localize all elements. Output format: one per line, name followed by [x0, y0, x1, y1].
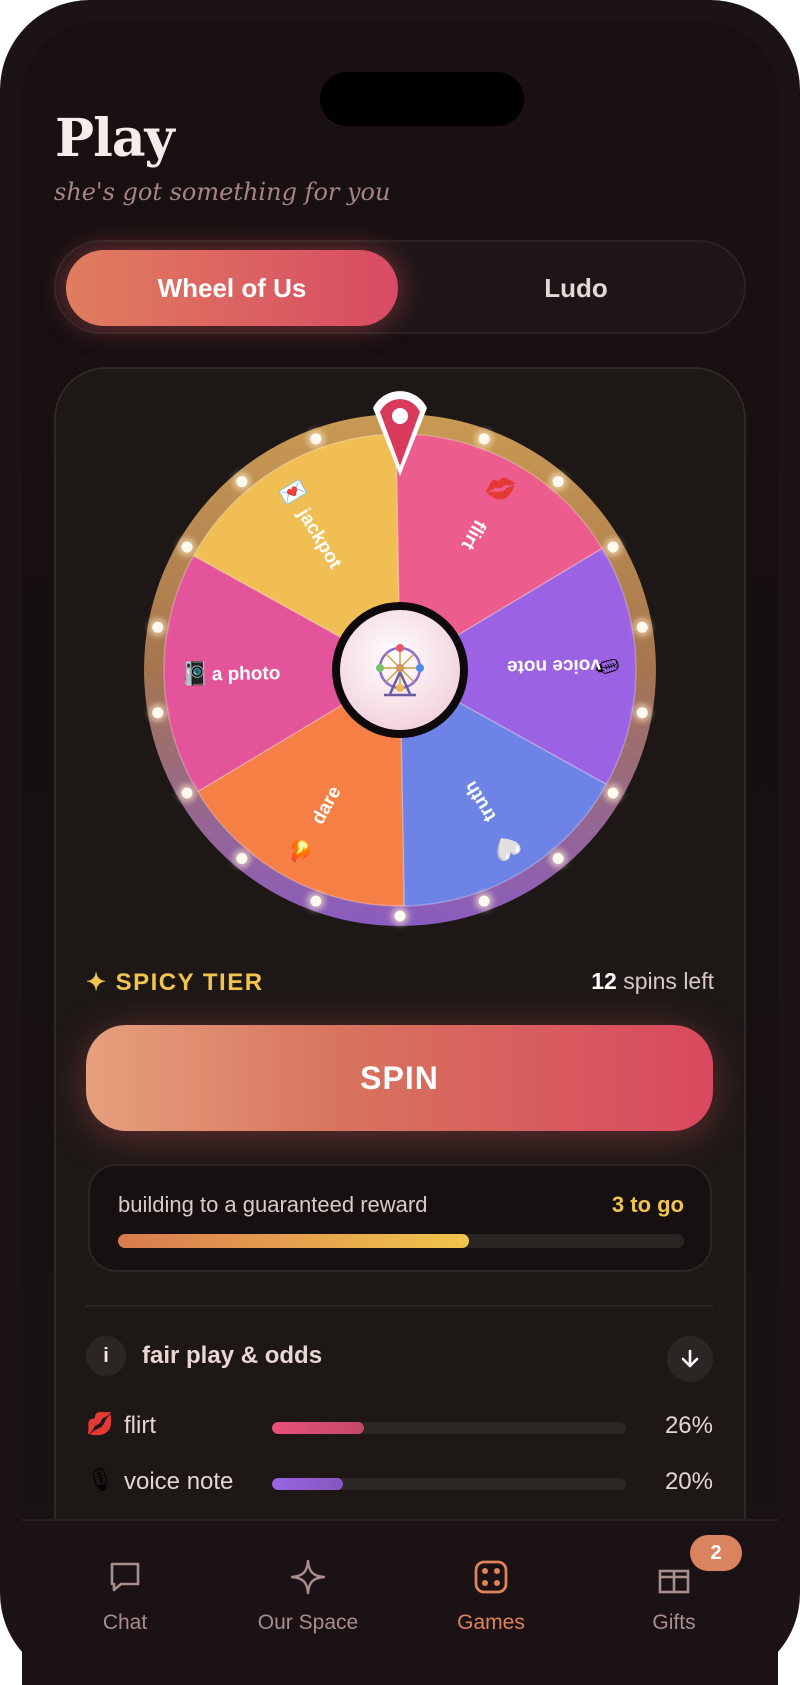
page-subtitle: she's got something for you [54, 178, 391, 206]
spins-count: 12 [591, 968, 617, 994]
nav-gifts[interactable]: 2 Gifts [594, 1521, 754, 1641]
wheel-bulb [394, 910, 406, 922]
chat-bubble-icon [110, 1562, 140, 1592]
nav-label: Games [457, 1611, 525, 1634]
odds-item-flirt: 💋 flirt 26% [86, 1408, 713, 1448]
wheel-bulb [552, 852, 564, 864]
divider [86, 1305, 713, 1307]
nav-label: Gifts [652, 1611, 696, 1634]
tier-name: SPICY TIER [115, 968, 264, 996]
dynamic-island [320, 72, 524, 126]
odds-item-percent: 20% [664, 1468, 713, 1495]
info-icon: i [86, 1336, 126, 1376]
odds-bar-fill [272, 1478, 343, 1490]
nav-label: Chat [102, 1611, 148, 1634]
odds-item-name: flirt [124, 1412, 156, 1439]
odds-item-voice-note: 🎙 voice note 20% [86, 1464, 713, 1504]
odds-item-name: voice note [124, 1468, 234, 1495]
wheel-bulb [310, 433, 322, 445]
prize-wheel[interactable]: 💋 flirt 🎙 voice note 🤍 truth 🔥 dare 📷 a photo 💌 jac… [140, 391, 660, 930]
odds-bar [272, 1478, 626, 1490]
svg-text:📷: 📷 [181, 660, 206, 688]
wheel-bulb [607, 787, 619, 799]
wheel-bulb [636, 707, 648, 719]
reward-progress-fill [118, 1234, 469, 1248]
tab-ludo[interactable]: Ludo [416, 250, 736, 326]
spin-button[interactable]: SPIN [86, 1025, 713, 1131]
wheel-bulb [607, 541, 619, 553]
arrow-down-icon[interactable] [667, 1336, 713, 1382]
gifts-badge: 2 [690, 1535, 742, 1571]
wheel-bulb [236, 852, 248, 864]
tab-wheel-of-us[interactable]: Wheel of Us [66, 250, 398, 326]
odds-item-percent: 26% [664, 1412, 713, 1439]
odds-title: fair play & odds [142, 1342, 323, 1369]
wheel-bulb [181, 541, 193, 553]
wheel-bulb [152, 707, 164, 719]
spins-left: 12 spins left [591, 968, 714, 995]
sparkle-icon: ✦ [86, 969, 108, 996]
odds-bar-fill [272, 1422, 365, 1434]
reward-remaining: 3 to go [611, 1192, 684, 1217]
wheel-bulb [236, 476, 248, 488]
wheel-bulb [478, 895, 490, 907]
svg-text:voice note: voice note [507, 654, 601, 677]
nav-label: Our Space [257, 1611, 359, 1634]
wheel-graphic: 💋flirt🎙voice note🤍truth🔥dare📷 a photo💌jac… [144, 391, 656, 926]
dice-icon [474, 1560, 508, 1594]
wheel-bulb [552, 476, 564, 488]
microphone-icon: 🎙 [86, 1468, 114, 1493]
nav-chat[interactable]: Chat [45, 1521, 205, 1641]
wheel-bulb [636, 621, 648, 633]
nav-our-space[interactable]: Our Space [228, 1521, 388, 1641]
svg-text:a photo: a photo [212, 663, 281, 685]
spins-suffix: spins left [623, 968, 714, 994]
game-tabs: Wheel of Us Ludo [54, 240, 746, 334]
odds-header[interactable]: i fair play & odds [86, 1336, 713, 1384]
sparkle-icon [290, 1559, 326, 1595]
tier-label: ✦ SPICY TIER [86, 968, 264, 997]
wheel-bulb [181, 787, 193, 799]
reward-label: building to a guaranteed reward [118, 1192, 428, 1217]
gift-icon [658, 1569, 690, 1594]
wheel-bulb [478, 433, 490, 445]
nav-games[interactable]: Games [411, 1521, 571, 1641]
lips-icon: 💋 [86, 1412, 114, 1437]
wheel-bulb [310, 895, 322, 907]
odds-bar [272, 1422, 626, 1434]
bottom-nav: Chat Our Space Games 2 Gifts [22, 1519, 778, 1685]
reward-progress-bar [118, 1234, 684, 1248]
wheel-bulb [152, 621, 164, 633]
page-title: Play [55, 108, 175, 169]
reward-progress-card: building to a guaranteed reward 3 to go [88, 1164, 712, 1272]
